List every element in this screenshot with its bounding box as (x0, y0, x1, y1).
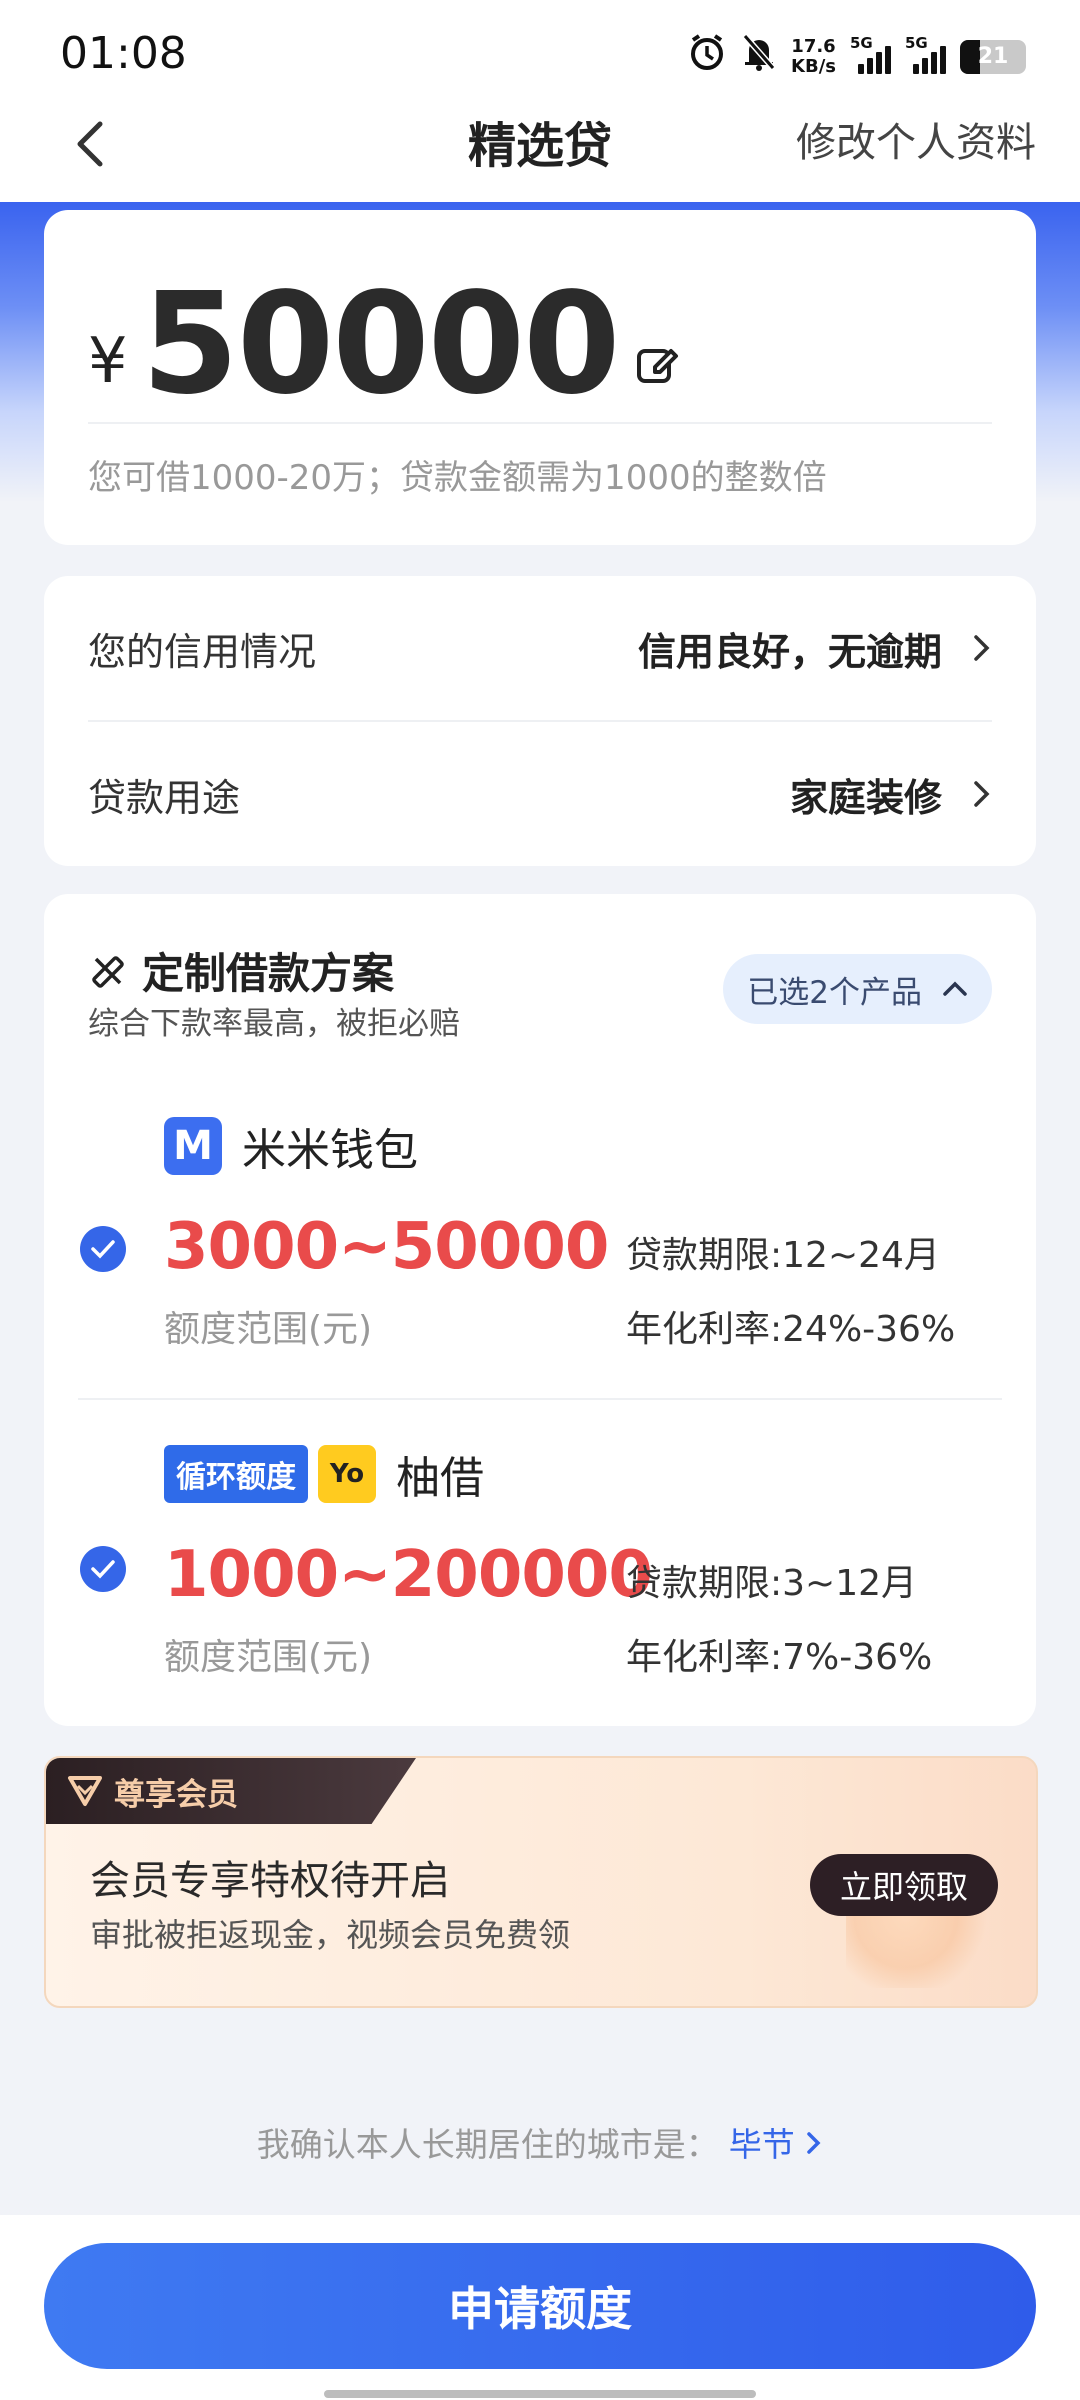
city-prefix: 我确认本人长期居住的城市是： (256, 2125, 719, 2164)
edit-profile-link[interactable]: 修改个人资料 (796, 110, 1036, 168)
signal-icon: 5G (905, 34, 946, 74)
credit-status-text: 信用良好，无逾期 (637, 629, 942, 674)
amount-hint: 您可借1000-20万；贷款金额需为1000的整数倍 (88, 458, 827, 498)
loan-purpose-label: 贷款用途 (88, 775, 241, 820)
loan-purpose-value: 家庭装修 (790, 767, 992, 822)
selected-products-toggle[interactable]: 已选2个产品 (723, 954, 992, 1024)
status-bar: 01:08 17.6 KB/s 5G 5G 21 (0, 0, 1080, 100)
product-term: 贷款期限:12~24月 (626, 1235, 940, 1276)
plan-subtitle: 综合下款率最高，被拒必赔 (88, 1006, 460, 1042)
vip-badge-label: 尊享会员 (114, 1776, 238, 1813)
check-icon[interactable] (80, 1226, 126, 1272)
info-card: 您的信用情况 信用良好，无逾期 贷款用途 家庭装修 (44, 576, 1036, 866)
chevron-right-icon (974, 781, 990, 807)
signal-label: 5G (905, 33, 928, 52)
amount-card: ¥ 50000 您可借1000-20万；贷款金额需为1000的整数倍 (44, 210, 1036, 545)
product-name: 米米钱包 (242, 1125, 418, 1176)
diamond-heart-icon (68, 1776, 102, 1806)
product-name: 柚借 (396, 1453, 484, 1504)
edit-icon[interactable] (633, 341, 681, 389)
credit-status-label: 您的信用情况 (88, 629, 317, 674)
bottom-bar: 申请额度 (0, 2215, 1080, 2400)
check-icon[interactable] (80, 1546, 126, 1592)
apply-credit-button[interactable]: 申请额度 (44, 2243, 1036, 2369)
product-range-label: 额度范围(元) (164, 1309, 373, 1350)
plan-header: 定制借款方案 (88, 940, 394, 1001)
status-icons: 17.6 KB/s 5G 5G 21 (687, 32, 1026, 81)
mute-bell-icon (741, 32, 777, 81)
product-range: 1000~200000 (164, 1538, 653, 1612)
status-time: 01:08 (60, 28, 187, 79)
product-range-label: 额度范围(元) (164, 1637, 373, 1678)
loan-plan-card: 定制借款方案 综合下款率最高，被拒必赔 已选2个产品 M 米米钱包 3000~5… (44, 894, 1036, 1726)
loan-amount[interactable]: 50000 (141, 270, 620, 420)
product-logo: Yo (318, 1445, 376, 1503)
battery-icon: 21 (960, 39, 1026, 74)
city-confirmation: 我确认本人长期居住的城市是： 毕节 (0, 2118, 1080, 2166)
home-indicator[interactable] (324, 2390, 756, 2398)
signal-icon: 5G (850, 34, 891, 74)
selected-products-label: 已选2个产品 (747, 974, 922, 1011)
product-rate: 年化利率:7%-36% (626, 1637, 933, 1678)
product-name-row: M 米米钱包 (164, 1114, 418, 1178)
currency-symbol: ¥ (88, 323, 128, 397)
chevron-right-icon (974, 635, 990, 661)
alarm-icon (687, 32, 727, 81)
credit-status-row[interactable]: 您的信用情况 信用良好，无逾期 (88, 576, 992, 720)
loan-purpose-row[interactable]: 贷款用途 家庭装修 (88, 722, 992, 866)
product-rate: 年化利率:24%-36% (626, 1309, 956, 1350)
plan-title: 定制借款方案 (142, 949, 395, 998)
pencil-ruler-icon (92, 955, 124, 988)
net-speed-unit: KB/s (791, 55, 836, 77)
claim-now-button[interactable]: 立即领取 (809, 1854, 998, 1916)
vip-banner[interactable]: 尊享会员 会员专享特权待开启 审批被拒返现金，视频会员免费领 立即领取 (44, 1756, 1038, 2008)
divider (78, 1398, 1002, 1400)
vip-subtitle: 审批被拒返现金，视频会员免费领 (90, 1916, 571, 1954)
amount-row: ¥ 50000 (88, 270, 681, 420)
city-name: 毕节 (728, 2125, 795, 2164)
net-speed-value: 17.6 (791, 35, 836, 57)
city-link[interactable]: 毕节 (729, 2125, 824, 2164)
vip-badge: 尊享会员 (46, 1758, 416, 1824)
navigation-bar: 精选贷 修改个人资料 (0, 100, 1080, 202)
network-speed: 17.6 KB/s (791, 35, 836, 77)
divider (88, 422, 992, 424)
battery-level: 21 (977, 44, 1009, 69)
credit-status-value: 信用良好，无逾期 (638, 621, 992, 676)
product-name-row: 循环额度 Yo 柚借 (164, 1442, 484, 1506)
product-logo: M (164, 1117, 222, 1175)
product-term: 贷款期限:3~12月 (626, 1563, 918, 1604)
vip-title: 会员专享特权待开启 (90, 1858, 450, 1904)
revolving-credit-tag: 循环额度 (164, 1445, 308, 1503)
signal-label: 5G (850, 33, 873, 52)
product-range: 3000~50000 (164, 1210, 609, 1284)
chevron-up-icon (943, 981, 967, 996)
chevron-right-icon (807, 2132, 821, 2154)
loan-purpose-text: 家庭装修 (789, 775, 942, 820)
